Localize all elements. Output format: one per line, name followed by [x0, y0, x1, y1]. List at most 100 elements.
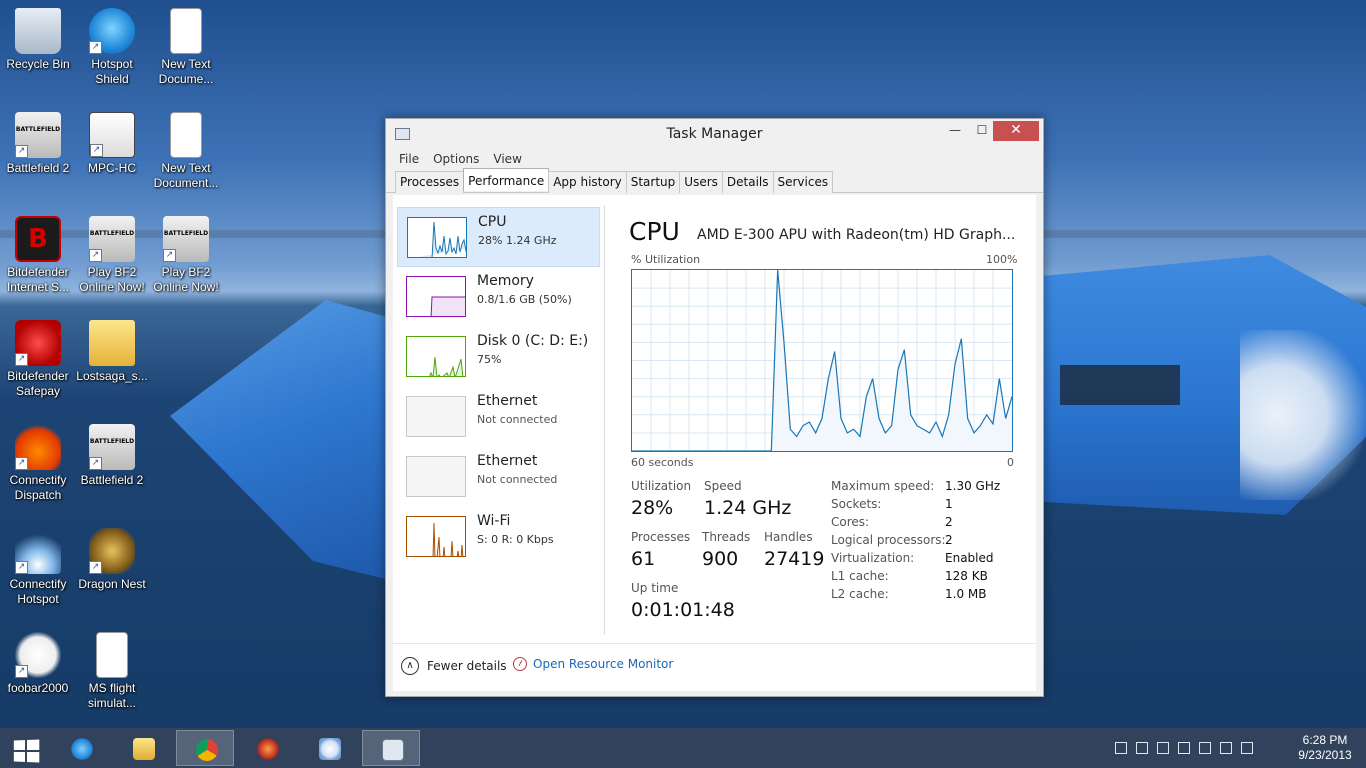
wifi-thumbnail	[406, 516, 466, 557]
tab-services[interactable]: Services	[772, 171, 834, 193]
desktop-icon-battlefield-2[interactable]: ↗ Battlefield 2	[0, 112, 76, 176]
minimize-button[interactable]: —	[942, 121, 968, 141]
taskbar-chrome[interactable]	[176, 730, 234, 766]
desktop-icon-bitdefender-safepay[interactable]: ↗ Bitdefender Safepay	[0, 320, 76, 399]
icon-label: Hotspot Shield	[91, 57, 133, 86]
icon-label: Play BF2 Online Now!	[153, 265, 219, 294]
processes-value: 61	[631, 548, 656, 570]
tray-flag-icon[interactable]	[1178, 742, 1190, 754]
disk-mini-graph	[429, 356, 464, 376]
footer-divider	[393, 643, 1036, 644]
icon-label: Battlefield 2	[6, 161, 70, 175]
taskbar-internet-explorer[interactable]	[52, 730, 110, 766]
icon-label: foobar2000	[7, 681, 69, 695]
connectify-hotspot-icon: ↗	[15, 528, 61, 574]
taskbar-clock[interactable]: 6:28 PM 9/23/2013	[1290, 733, 1360, 763]
tab-processes[interactable]: Processes	[395, 171, 465, 193]
menu-bar: File Options View	[386, 149, 1043, 169]
task-manager-window[interactable]: Task Manager — ☐ ✕ File Options View Pro…	[385, 118, 1044, 697]
menu-view[interactable]: View	[493, 152, 521, 166]
menu-options[interactable]: Options	[433, 152, 479, 166]
tab-startup[interactable]: Startup	[625, 171, 681, 193]
sidebar-item-cpu[interactable]: CPU 28% 1.24 GHz	[397, 207, 600, 267]
icon-label: Bitdefender Internet S...	[6, 265, 70, 294]
desktop-icon-ms-flight-sim[interactable]: MS flight simulat...	[74, 632, 150, 711]
sidebar-item-name: Ethernet	[477, 393, 538, 409]
sidebar-item-ethernet-2[interactable]: Ethernet Not connected	[397, 447, 600, 507]
sidebar-item-sub: Not connected	[477, 413, 558, 426]
sidebar-item-name: Disk 0 (C: D: E:)	[477, 333, 589, 349]
battlefield-icon: ↗	[15, 112, 61, 158]
desktop-icon-mpc-hc[interactable]: ↗ MPC-HC	[74, 112, 150, 176]
shortcut-arrow-icon: ↗	[90, 144, 103, 157]
start-button[interactable]	[0, 730, 52, 766]
taskbar-task-manager[interactable]	[362, 730, 420, 766]
tab-details[interactable]: Details	[721, 171, 774, 193]
tray-battery-icon[interactable]	[1199, 742, 1211, 754]
title-bar[interactable]: Task Manager — ☐ ✕	[386, 119, 1043, 149]
icon-label: MS flight simulat...	[87, 681, 136, 710]
taskbar: 6:28 PM 9/23/2013	[0, 728, 1366, 768]
desktop-icon-battlefield-2b[interactable]: ↗ Battlefield 2	[74, 424, 150, 488]
sidebar-item-sub: S: 0 R: 0 Kbps	[477, 533, 554, 546]
open-resource-monitor-link[interactable]: Open Resource Monitor	[513, 657, 673, 671]
paint-icon	[319, 738, 341, 760]
tray-display-icon[interactable]	[1157, 742, 1169, 754]
tab-performance[interactable]: Performance	[463, 168, 550, 191]
maximize-button[interactable]: ☐	[969, 121, 995, 141]
desktop-icon-new-text-document-2[interactable]: New Text Document...	[148, 112, 224, 191]
spec-label: L1 cache:	[831, 569, 889, 583]
tray-volume-icon[interactable]	[1241, 742, 1253, 754]
tray-monitor-icon[interactable]	[1136, 742, 1148, 754]
desktop-icon-dragon-nest[interactable]: ↗ Dragon Nest	[74, 528, 150, 592]
tab-app-history[interactable]: App history	[548, 171, 627, 193]
speed-value: 1.24 GHz	[704, 497, 792, 519]
shortcut-arrow-icon: ↗	[89, 249, 102, 262]
desktop-icon-connectify-dispatch[interactable]: ↗ Connectify Dispatch	[0, 424, 76, 503]
menu-file[interactable]: File	[399, 152, 419, 166]
desktop-icon-connectify-hotspot[interactable]: ↗ Connectify Hotspot	[0, 528, 76, 607]
tray-signal-icon[interactable]	[1220, 742, 1232, 754]
tray-arrow-icon[interactable]	[1115, 742, 1127, 754]
fewer-details-label: Fewer details	[427, 659, 507, 673]
tab-strip: Processes Performance App history Startu…	[386, 168, 1043, 193]
clock-time: 6:28 PM	[1302, 733, 1348, 747]
sidebar-item-sub: 75%	[477, 353, 502, 366]
sidebar-item-wifi[interactable]: Wi-Fi S: 0 R: 0 Kbps	[397, 507, 600, 567]
tab-users[interactable]: Users	[679, 171, 723, 193]
battlefield-icon: ↗	[89, 424, 135, 470]
spec-label: L2 cache:	[831, 587, 889, 601]
desktop-icon-new-text-document-1[interactable]: New Text Docume...	[148, 8, 224, 87]
recycle-bin-icon	[15, 8, 61, 54]
close-button[interactable]: ✕	[993, 121, 1039, 141]
desktop-icon-hotspot-shield[interactable]: ↗ Hotspot Shield	[74, 8, 150, 87]
desktop-icon-play-bf2-2[interactable]: ↗ Play BF2 Online Now!	[148, 216, 224, 295]
utilization-value: 28%	[631, 497, 674, 519]
sidebar-item-name: Wi-Fi	[477, 513, 511, 529]
hotspot-shield-icon: ↗	[89, 8, 135, 54]
taskbar-file-explorer[interactable]	[114, 730, 172, 766]
taskbar-app[interactable]	[238, 730, 296, 766]
cpu-utilization-graph	[631, 269, 1013, 452]
internet-explorer-icon	[71, 738, 93, 760]
sidebar-item-disk[interactable]: Disk 0 (C: D: E:) 75%	[397, 327, 600, 387]
shortcut-arrow-icon: ↗	[89, 41, 102, 54]
sidebar-item-name: CPU	[478, 214, 507, 230]
taskbar-paint[interactable]	[300, 730, 358, 766]
spec-value: 128 KB	[945, 569, 988, 583]
desktop-icon-play-bf2-1[interactable]: ↗ Play BF2 Online Now!	[74, 216, 150, 295]
desktop-icon-bitdefender-internet[interactable]: Bitdefender Internet S...	[0, 216, 76, 295]
utilization-label: Utilization	[631, 479, 692, 493]
spec-label: Virtualization:	[831, 551, 915, 565]
sidebar-item-memory[interactable]: Memory 0.8/1.6 GB (50%)	[397, 267, 600, 327]
sidebar-item-ethernet-1[interactable]: Ethernet Not connected	[397, 387, 600, 447]
desktop-icon-lostsaga[interactable]: Lostsaga_s...	[74, 320, 150, 384]
windows-logo-icon	[13, 739, 40, 763]
desktop-icon-foobar2000[interactable]: ↗ foobar2000	[0, 632, 76, 696]
performance-panel: CPU 28% 1.24 GHz Memory 0.8/1.6 GB (50%)…	[393, 195, 1036, 691]
desktop-icon-recycle-bin[interactable]: Recycle Bin	[0, 8, 76, 72]
speed-label: Speed	[704, 479, 742, 493]
boat-window	[1060, 365, 1180, 405]
fewer-details-button[interactable]: ∧ Fewer details	[401, 657, 507, 675]
icon-label: Recycle Bin	[6, 57, 70, 71]
